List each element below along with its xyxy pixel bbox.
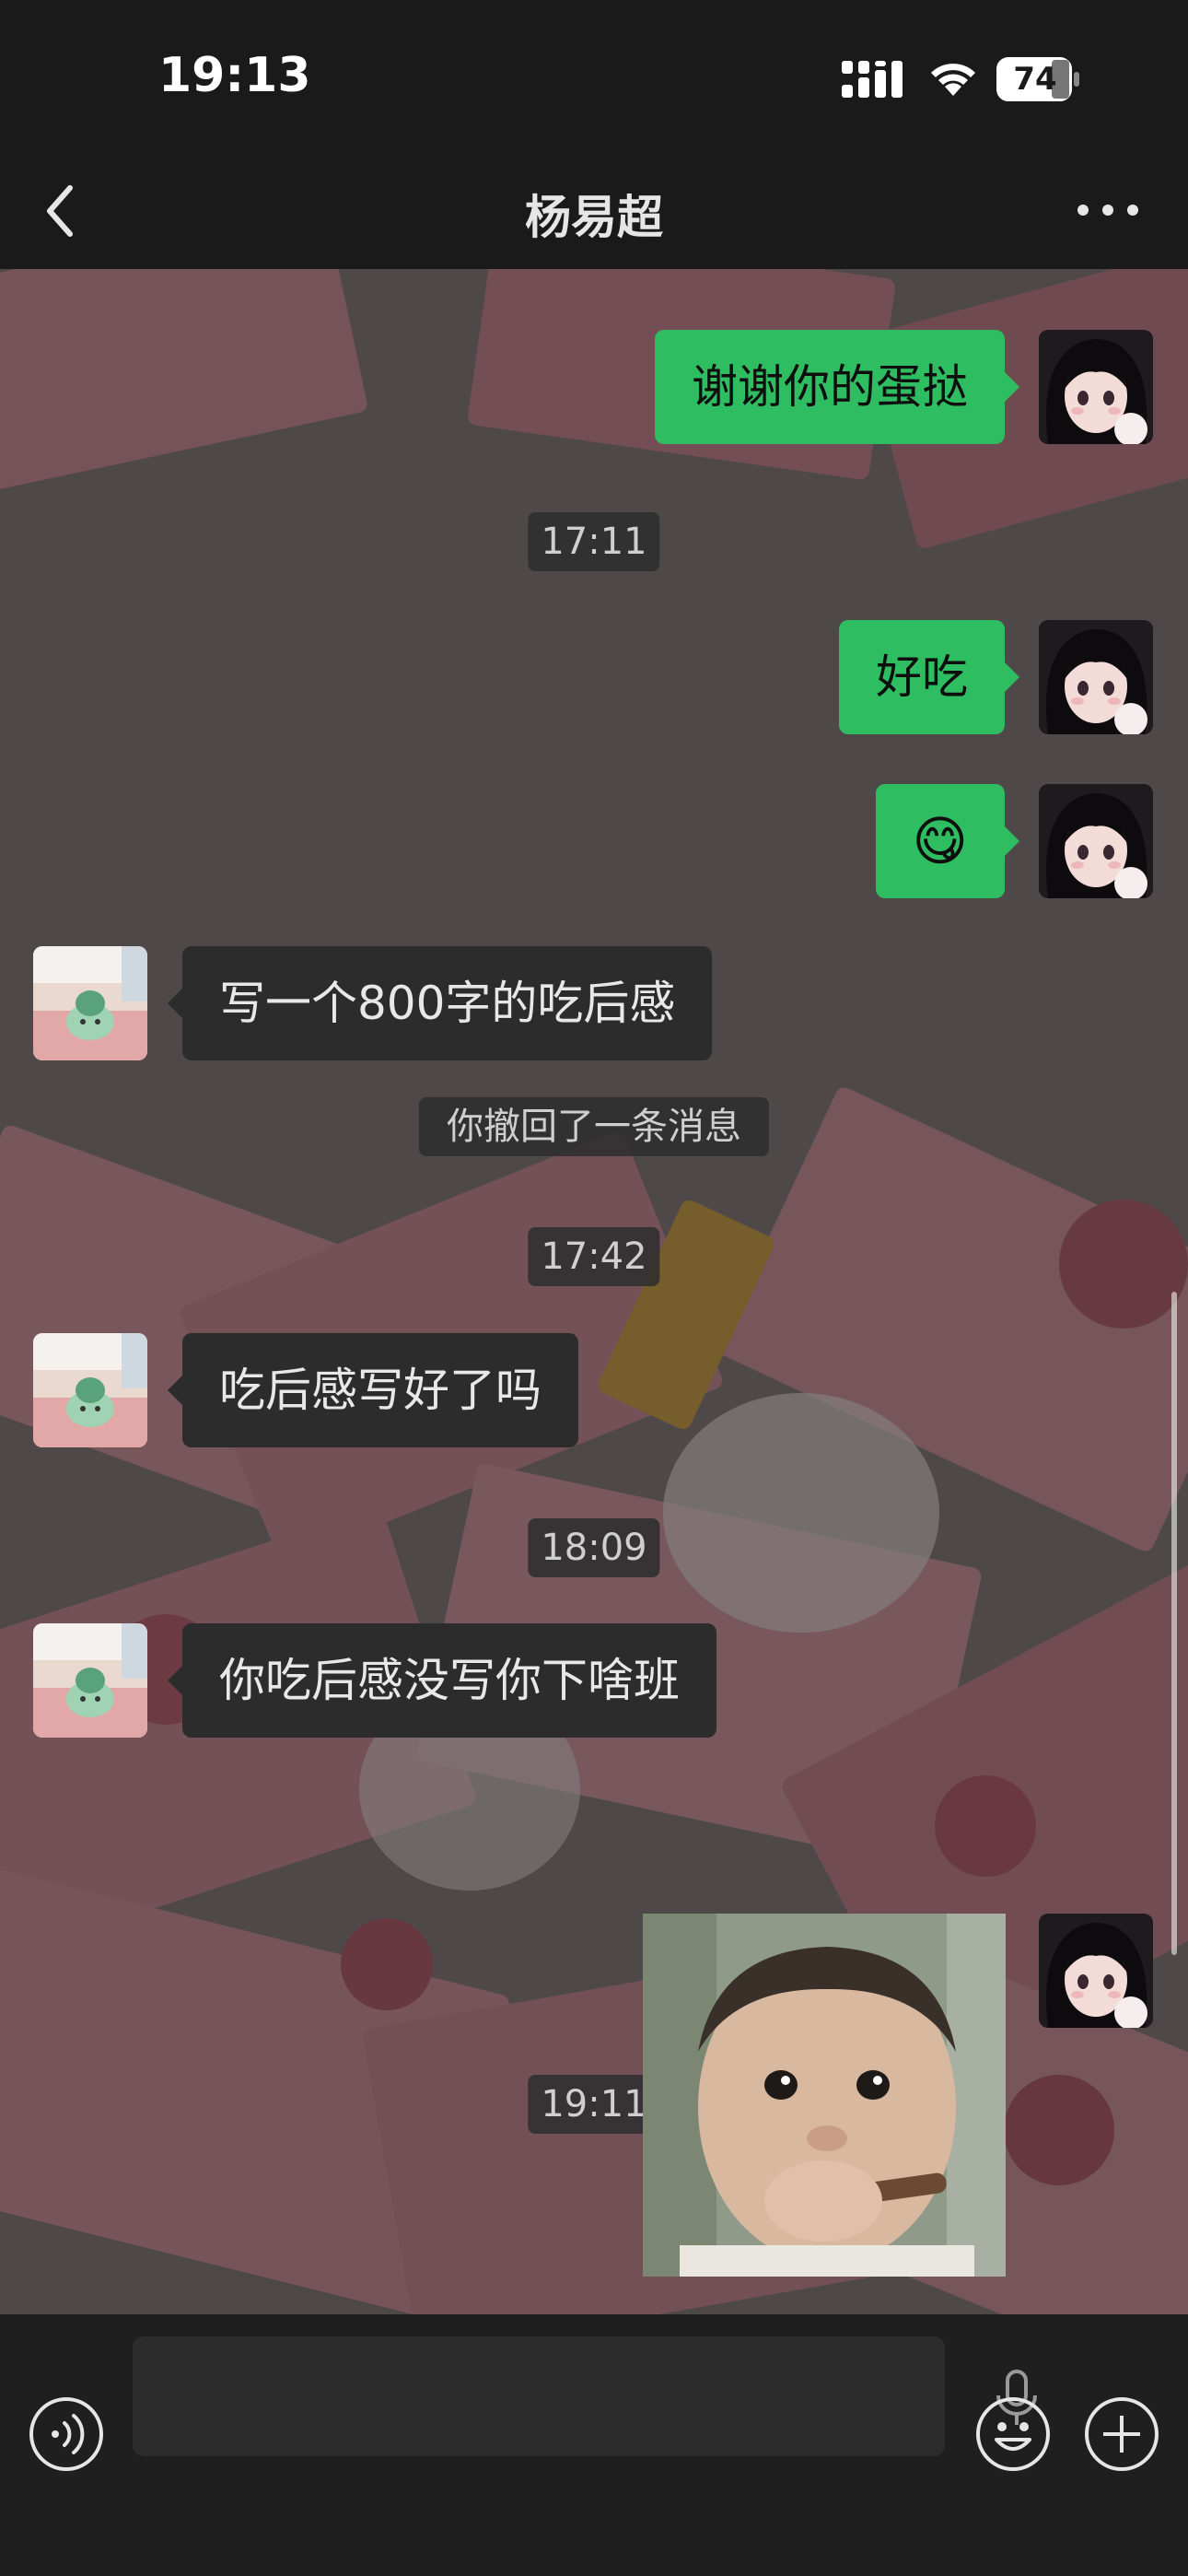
my-avatar[interactable] [1039,1914,1153,2028]
background-dim [0,269,1188,2314]
smiley-icon[interactable] [974,2395,1052,2473]
chat-screen: 19:13 74 杨易超 谢谢你的蛋挞 17:11 好吃 😋 写一个800字的吃… [0,0,1188,2576]
ellipsis-icon[interactable] [1076,201,1140,219]
chat-title: 杨易超 [525,191,663,244]
contact-avatar[interactable] [33,1623,147,1738]
contact-avatar[interactable] [33,946,147,1060]
message-input[interactable] [133,2336,1037,2456]
signal-icon [842,61,903,98]
my-avatar[interactable] [1039,784,1153,898]
message-bubble-outgoing[interactable]: 谢谢你的蛋挞 [655,330,1019,444]
message-bubble-incoming[interactable]: 写一个800字的吃后感 [167,946,713,1060]
message-bubble-incoming[interactable]: 你吃后感没写你下啥班 [168,1623,716,1738]
message-bubble-outgoing[interactable]: 好吃 [839,620,1019,734]
my-avatar[interactable] [1039,620,1153,734]
message-list[interactable]: 谢谢你的蛋挞 17:11 好吃 😋 写一个800字的吃后感 你撤回了一条消息 1… [0,269,1188,2314]
time-stamp: 18:09 [528,1518,660,1577]
battery-level: 74 [1013,61,1057,98]
nav-bar: 杨易超 [0,157,1188,269]
scrollbar[interactable] [1171,1292,1177,1955]
message-bubble-incoming[interactable]: 吃后感写好了吗 [168,1333,578,1447]
time-stamp: 17:11 [528,512,660,571]
wifi-icon [931,64,975,96]
time-stamp: 17:42 [528,1227,660,1286]
input-bar [0,2314,1188,2576]
contact-avatar[interactable] [33,1333,147,1447]
recalled-message-notice: 你撤回了一条消息 [419,1097,769,1156]
status-bar: 19:13 74 [0,0,1188,157]
image-message[interactable] [643,1914,1006,2277]
status-time: 19:13 [158,48,311,103]
time-stamp: 19:11 [528,2075,660,2134]
my-avatar[interactable] [1039,330,1153,444]
plus-circle-icon[interactable] [1083,2395,1160,2473]
emoji-message-bubble[interactable]: 😋 [875,784,1020,898]
voice-toggle-icon[interactable] [28,2395,105,2473]
